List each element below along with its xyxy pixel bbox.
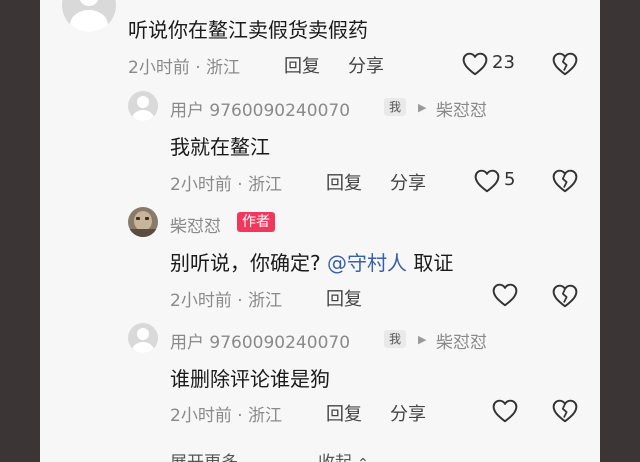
reply-arrow-icon: ▶	[418, 333, 427, 346]
reply-2-username[interactable]: 柴怼怼	[170, 212, 221, 237]
reply-1-me-badge: 我	[384, 98, 407, 116]
top-comment-like-button[interactable]: 23	[462, 50, 532, 78]
chevron-up-icon: ⌃	[357, 456, 369, 462]
comment-panel: 听说你在鳌江卖假货卖假药 2小时前 · 浙江 回复 分享 23 用户 97600…	[40, 0, 600, 462]
reply-2-like-button[interactable]	[492, 283, 518, 307]
top-commenter-avatar[interactable]	[62, 0, 116, 32]
reply-arrow-icon: ▶	[418, 101, 427, 114]
heart-outline-icon	[474, 169, 500, 193]
reply-2-text-after: 取证	[406, 251, 454, 275]
reply-2-dislike-button[interactable]	[552, 284, 578, 308]
reply-3-reply-button[interactable]: 回复	[326, 400, 362, 426]
reply-2-avatar[interactable]	[128, 207, 158, 237]
heart-outline-icon	[462, 52, 488, 76]
broken-heart-icon	[552, 52, 578, 76]
top-comment-like-count: 23	[492, 52, 515, 73]
expand-more-button[interactable]: 展开更多 ⌄	[170, 448, 255, 462]
heart-outline-icon	[492, 399, 518, 423]
broken-heart-icon	[552, 169, 578, 193]
reply-1-reply-button[interactable]: 回复	[326, 169, 362, 195]
reply-1-reply-to[interactable]: 柴怼怼	[436, 96, 487, 121]
expand-more-label: 展开更多	[170, 453, 238, 462]
reply-3-avatar[interactable]	[128, 323, 158, 353]
top-comment-time-location: 2小时前 · 浙江	[128, 58, 241, 78]
reply-2-mention-link[interactable]: @守村人	[327, 251, 407, 275]
chevron-down-icon: ⌄	[243, 456, 255, 462]
reply-3-me-badge: 我	[384, 330, 407, 348]
top-comment-dislike-button[interactable]	[552, 52, 578, 76]
top-comment-share-button[interactable]: 分享	[348, 52, 384, 78]
reply-2-text: 别听说，你确定? @守村人 取证	[170, 247, 453, 276]
reply-3-dislike-button[interactable]	[552, 399, 578, 423]
collapse-label: 收起	[318, 453, 352, 462]
broken-heart-icon	[552, 399, 578, 423]
heart-outline-icon	[492, 283, 518, 307]
reply-3-share-button[interactable]: 分享	[390, 400, 426, 426]
broken-heart-icon	[552, 284, 578, 308]
reply-1-like-count: 5	[504, 169, 516, 190]
reply-3-username[interactable]: 用户 9760090240070	[170, 328, 350, 353]
reply-1-time-location: 2小时前 · 浙江	[170, 175, 283, 195]
reply-3-reply-to[interactable]: 柴怼怼	[436, 328, 487, 353]
reply-3-time-location: 2小时前 · 浙江	[170, 406, 283, 426]
collapse-button[interactable]: 收起 ⌃	[318, 448, 369, 462]
reply-2-reply-button[interactable]: 回复	[326, 285, 362, 311]
reply-1-like-button[interactable]: 5	[474, 167, 526, 195]
reply-1-dislike-button[interactable]	[552, 169, 578, 193]
reply-1-text: 我就在鳌江	[170, 135, 270, 159]
reply-1-share-button[interactable]: 分享	[390, 169, 426, 195]
top-comment-text: 听说你在鳌江卖假货卖假药	[128, 18, 368, 42]
reply-2-text-before: 别听说，你确定?	[170, 251, 327, 275]
reply-3-text: 谁删除评论谁是狗	[170, 367, 330, 391]
reply-2-author-badge: 作者	[237, 212, 275, 232]
reply-1-username[interactable]: 用户 9760090240070	[170, 96, 350, 121]
reply-3-like-button[interactable]	[492, 399, 518, 423]
top-comment-reply-button[interactable]: 回复	[284, 52, 320, 78]
reply-1-avatar[interactable]	[128, 91, 158, 121]
reply-2-time-location: 2小时前 · 浙江	[170, 291, 283, 311]
